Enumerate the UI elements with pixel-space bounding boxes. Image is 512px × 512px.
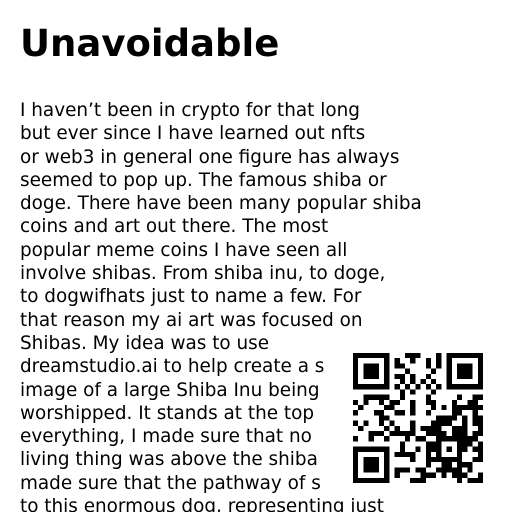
body-line: or web3 in general one figure has always xyxy=(20,146,400,168)
qr-code-icon xyxy=(353,353,483,483)
body-line: to this enormous dog, representing just xyxy=(20,496,384,512)
body-line: I haven’t been in crypto for that long xyxy=(20,100,360,121)
body-line: to dogwifhats just to name a few. For xyxy=(20,286,362,308)
body-line: Shibas. My idea was to use xyxy=(20,332,270,354)
document-title: Unavoidable xyxy=(20,22,280,65)
body-line: involve shibas. From shiba inu, to doge, xyxy=(20,263,386,285)
body-line: seemed to pop up. The famous shiba or xyxy=(20,169,387,191)
body-line: doge. There have been many popular shiba xyxy=(20,193,422,215)
body-line: coins and art out there. The most xyxy=(20,216,329,238)
qr-code-graphic xyxy=(353,353,483,483)
document-page: Unavoidable I haven’t been in crypto for… xyxy=(0,0,512,512)
body-line: that reason my ai art was focused on xyxy=(20,309,363,331)
body-line: popular meme coins I have seen all xyxy=(20,239,348,261)
body-line: but ever since I have learned out nfts xyxy=(20,123,366,145)
